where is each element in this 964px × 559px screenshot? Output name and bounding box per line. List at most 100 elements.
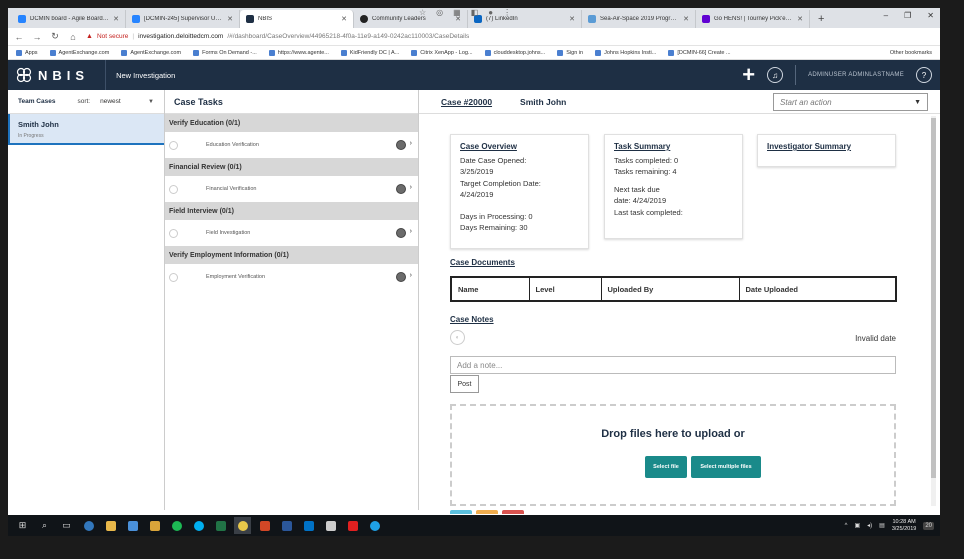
- bookmark-item[interactable]: AgentExchange.com: [49, 49, 109, 56]
- assignee-avatar[interactable]: [396, 184, 406, 194]
- post-button[interactable]: Post: [450, 375, 479, 393]
- bookmark-icon: [411, 49, 418, 56]
- task-checkbox[interactable]: [169, 272, 178, 282]
- select-file-button[interactable]: Select file: [645, 456, 687, 478]
- case-notes-title: Case Notes: [450, 315, 494, 324]
- bookmark-item[interactable]: Apps: [16, 49, 38, 56]
- tab-favicon-icon: [360, 15, 368, 23]
- add-note-input[interactable]: Add a note...: [450, 356, 896, 374]
- task-group-header[interactable]: Verify Employment Information (0/1): [165, 246, 418, 264]
- ie-icon[interactable]: [366, 517, 383, 534]
- note-date: Invalid date: [855, 334, 896, 343]
- acrobat-icon[interactable]: [344, 517, 361, 534]
- chrome-icon[interactable]: [234, 517, 251, 534]
- chevron-down-icon[interactable]: ▼: [148, 99, 154, 105]
- bookmark-label: https://www.agente...: [277, 49, 329, 56]
- notification-bell-icon[interactable]: ♫: [767, 67, 784, 83]
- reload-button[interactable]: ↻: [50, 31, 60, 42]
- scrollbar-thumb[interactable]: [931, 118, 936, 478]
- task-row[interactable]: Employment Verification ›: [165, 264, 418, 290]
- column-header[interactable]: Date Uploaded: [738, 276, 897, 302]
- powerpoint-icon[interactable]: [256, 517, 273, 534]
- bookmark-item[interactable]: Forms On Demand -...: [193, 49, 257, 56]
- start-action-select[interactable]: Start an action ▼: [773, 93, 928, 111]
- task-checkbox[interactable]: [169, 184, 178, 194]
- task-checkbox[interactable]: [169, 228, 178, 238]
- add-icon[interactable]: +: [742, 64, 755, 86]
- file-drop-zone[interactable]: Drop files here to upload or Select file…: [450, 404, 896, 506]
- column-header[interactable]: Uploaded By: [600, 276, 740, 302]
- search-icon[interactable]: ⌕: [36, 517, 53, 534]
- tab-title: [DCMIN-245] Supervisor User To...: [144, 16, 224, 22]
- task-checkbox[interactable]: [169, 140, 178, 150]
- task-summary-title: Task Summary: [614, 142, 671, 151]
- pill[interactable]: [502, 510, 524, 514]
- calculator-icon[interactable]: [322, 517, 339, 534]
- help-icon[interactable]: ?: [916, 67, 932, 83]
- url-divider: |: [132, 33, 135, 40]
- excel-icon[interactable]: [212, 517, 229, 534]
- browser-tab-active[interactable]: NBIS ✕: [240, 10, 354, 28]
- task-group-header[interactable]: Verify Education (0/1): [165, 114, 418, 132]
- task-group-header[interactable]: Field Interview (0/1): [165, 202, 418, 220]
- volume-icon[interactable]: ◂): [867, 522, 872, 529]
- notification-badge[interactable]: 20: [923, 521, 934, 530]
- column-header[interactable]: Level: [528, 276, 602, 302]
- task-view-icon[interactable]: ▭: [58, 517, 75, 534]
- lock-icon[interactable]: [146, 517, 163, 534]
- bookmark-item[interactable]: KidFriendly DC | A...: [340, 49, 399, 56]
- system-tray: ^ ▣ ◂) ▤ 10:28 AM 3/25/2019 20: [845, 519, 940, 533]
- tab-close-icon[interactable]: ✕: [341, 15, 347, 23]
- tab-favicon-icon: [18, 15, 26, 23]
- word-icon[interactable]: [278, 517, 295, 534]
- case-list-item[interactable]: Smith John In Progress: [8, 114, 164, 145]
- clock[interactable]: 10:28 AM 3/25/2019: [892, 519, 916, 533]
- browser-tab[interactable]: DCMIN board - Agile Board - All... ✕: [12, 10, 126, 28]
- case-overview-title: Case Overview: [460, 142, 517, 151]
- tab-close-icon[interactable]: ✕: [113, 15, 119, 23]
- column-header[interactable]: Name: [450, 276, 530, 302]
- chevron-right-icon[interactable]: ›: [410, 228, 412, 235]
- task-row[interactable]: Field Investigation ›: [165, 220, 418, 246]
- spotify-icon[interactable]: [168, 517, 185, 534]
- store-icon[interactable]: [124, 517, 141, 534]
- bookmark-item[interactable]: AgentExchange.com: [121, 49, 181, 56]
- browser-tab[interactable]: [DCMIN-245] Supervisor User To...✕: [126, 10, 240, 28]
- bookmark-icon: [49, 49, 56, 56]
- assignee-avatar[interactable]: [396, 228, 406, 238]
- assignee-avatar[interactable]: [396, 272, 406, 282]
- chevron-right-icon[interactable]: ›: [410, 140, 412, 147]
- windows-start-icon[interactable]: ⊞: [14, 517, 31, 534]
- case-id-link[interactable]: Case #20000: [441, 97, 492, 107]
- task-label: Field Investigation: [206, 230, 251, 236]
- home-button[interactable]: ⌂: [68, 32, 78, 42]
- logo-text: NBIS: [38, 67, 90, 83]
- sort-select[interactable]: newest: [100, 98, 121, 105]
- user-name[interactable]: ADMINUSER ADMINLASTNAME: [808, 72, 904, 78]
- bookmark-item[interactable]: https://www.agente...: [268, 49, 329, 56]
- forward-button[interactable]: →: [32, 32, 42, 42]
- assignee-avatar[interactable]: [396, 140, 406, 150]
- skype-icon[interactable]: [190, 517, 207, 534]
- task-row[interactable]: Financial Verification ›: [165, 176, 418, 202]
- tasks-completed: Tasks completed: 0: [614, 155, 679, 165]
- task-group-header[interactable]: Financial Review (0/1): [165, 158, 418, 176]
- tab-close-icon[interactable]: ✕: [227, 15, 233, 23]
- pill[interactable]: [476, 510, 498, 514]
- select-multiple-files-button[interactable]: Select multiple files: [691, 456, 761, 478]
- outlook-icon[interactable]: [300, 517, 317, 534]
- chevron-right-icon[interactable]: ›: [410, 184, 412, 191]
- address-bar-row: ← → ↻ ⌂ ▲ Not secure | investigation.del…: [8, 8, 940, 46]
- nbis-logo[interactable]: NBIS: [16, 67, 89, 83]
- scrollbar[interactable]: [931, 116, 936, 506]
- task-row[interactable]: Education Verification ›: [165, 132, 418, 158]
- pill[interactable]: [450, 510, 472, 514]
- keyboard-icon[interactable]: ▤: [879, 522, 885, 529]
- file-explorer-icon[interactable]: [102, 517, 119, 534]
- chevron-right-icon[interactable]: ›: [410, 272, 412, 279]
- back-button[interactable]: ←: [14, 32, 24, 42]
- network-icon[interactable]: ▣: [854, 522, 860, 529]
- edge-icon[interactable]: [80, 517, 97, 534]
- chevron-up-icon[interactable]: ^: [845, 523, 848, 529]
- task-label: Education Verification: [206, 142, 259, 148]
